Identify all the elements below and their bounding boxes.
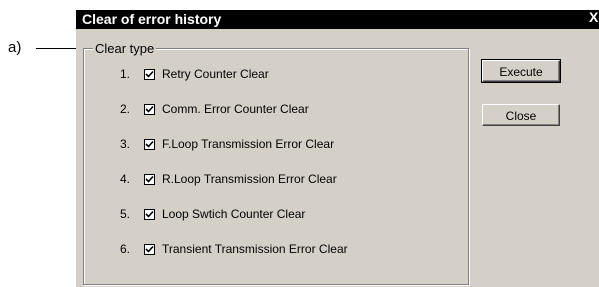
checkbox-loop-switch-counter-clear[interactable] — [144, 209, 155, 220]
item-label: Comm. Error Counter Clear — [162, 102, 309, 116]
item-label: F.Loop Transmission Error Clear — [162, 137, 335, 151]
checkbox-transient-transmission-error-clear[interactable] — [144, 244, 155, 255]
item-label: Retry Counter Clear — [162, 67, 269, 81]
checkbox-rloop-transmission-error-clear[interactable] — [144, 174, 155, 185]
item-number: 5. — [120, 207, 131, 221]
title-bar: Clear of error history X — [76, 9, 599, 29]
clear-error-history-dialog: Clear of error history X 1. Retry Counte… — [76, 9, 599, 287]
clear-type-group-label: Clear type — [93, 41, 157, 56]
item-number: 2. — [120, 102, 131, 116]
item-number: 1. — [120, 67, 131, 81]
checkmark-icon — [145, 245, 154, 253]
dialog-title: Clear of error history — [82, 11, 222, 27]
item-label: R.Loop Transmission Error Clear — [162, 172, 337, 186]
annotation-marker: a) — [8, 39, 22, 56]
checkmark-icon — [145, 140, 154, 148]
item-label: Loop Swtich Counter Clear — [162, 207, 306, 221]
item-label: Transient Transmission Error Clear — [162, 242, 348, 256]
close-icon[interactable]: X — [589, 9, 599, 28]
close-button[interactable]: Close — [482, 104, 560, 126]
execute-button[interactable]: Execute — [481, 59, 561, 83]
item-number: 4. — [120, 172, 131, 186]
clear-type-group: 1. Retry Counter Clear 2. Comm. Error Co… — [83, 48, 469, 285]
item-number: 3. — [120, 137, 131, 151]
checkmark-icon — [145, 175, 154, 183]
checkbox-floop-transmission-error-clear[interactable] — [144, 139, 155, 150]
checkmark-icon — [145, 105, 154, 113]
item-number: 6. — [120, 242, 131, 256]
checkmark-icon — [145, 210, 154, 218]
checkbox-comm-error-counter-clear[interactable] — [144, 104, 155, 115]
checkbox-retry-counter-clear[interactable] — [144, 69, 155, 80]
checkmark-icon — [145, 70, 154, 78]
